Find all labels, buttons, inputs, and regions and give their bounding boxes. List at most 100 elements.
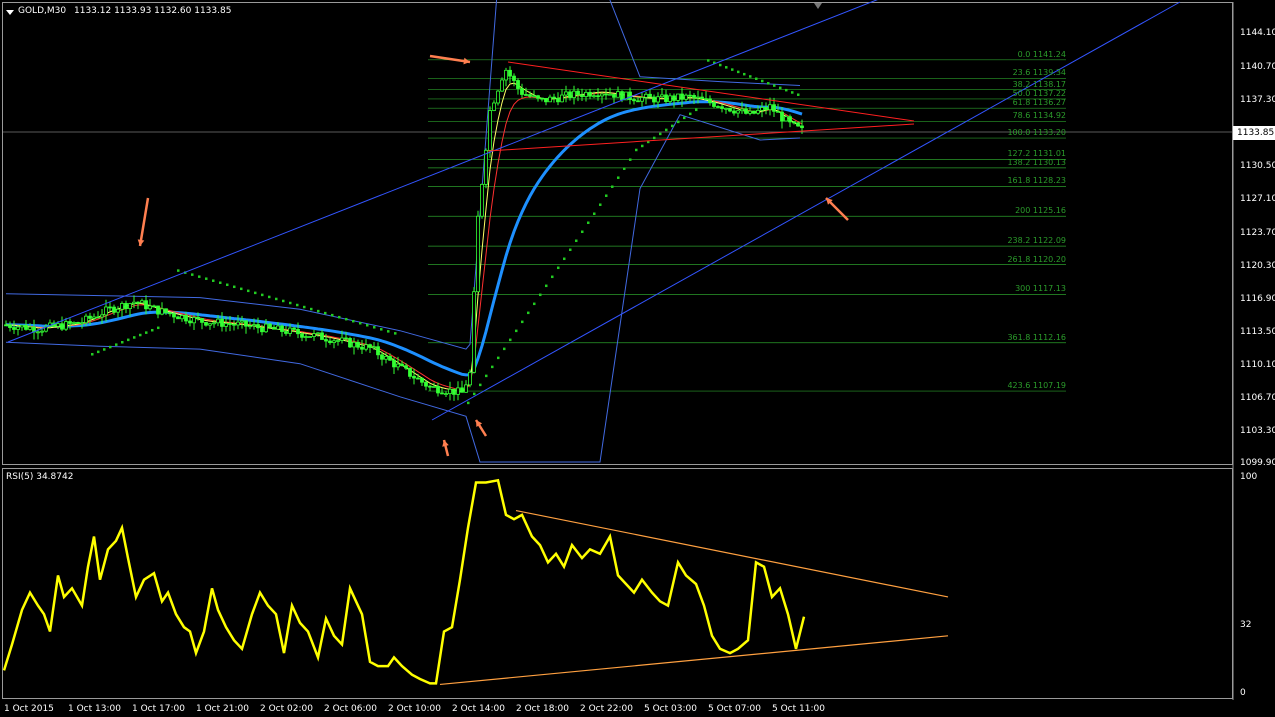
candle-body — [636, 100, 640, 103]
sar-dot — [791, 91, 794, 94]
candle-body — [56, 323, 60, 327]
candle-body — [488, 110, 492, 151]
candle-body — [192, 316, 196, 324]
candle-body — [180, 315, 184, 320]
sar-dot — [359, 321, 362, 325]
bollinger-bands — [5, 0, 801, 463]
sar-dot — [749, 75, 752, 78]
candle-body — [224, 323, 228, 327]
candle-body — [456, 387, 460, 395]
candle-body — [572, 90, 576, 99]
candle-body — [88, 315, 92, 319]
candle-body — [544, 98, 548, 103]
chart-menu-icon[interactable] — [6, 10, 14, 15]
sar-dot — [219, 281, 222, 284]
candle-body — [424, 381, 428, 387]
candle-body — [196, 316, 200, 319]
candle-body — [788, 116, 792, 123]
sar-dot — [394, 332, 397, 335]
sar-dot — [635, 148, 638, 152]
candle-body — [140, 300, 144, 304]
time-tick: 1 Oct 21:00 — [196, 704, 249, 714]
candle-body — [76, 322, 80, 325]
candle-body — [724, 107, 728, 110]
candle-body — [188, 320, 192, 324]
candle-body — [608, 93, 612, 96]
candle-body — [132, 301, 136, 304]
sar-dot — [226, 283, 229, 287]
candle-body — [136, 301, 140, 304]
candle-body — [756, 109, 760, 114]
sar-dot — [653, 136, 656, 140]
symbol-label: GOLD,M30 — [18, 6, 67, 16]
sar-dot — [275, 297, 278, 301]
candle-body — [356, 341, 360, 348]
candle-body — [324, 339, 328, 342]
candle-body — [376, 346, 380, 356]
candle-body — [428, 385, 432, 388]
candle-body — [348, 338, 352, 348]
candle-body — [260, 327, 264, 333]
candle-body — [320, 332, 324, 340]
time-tick: 1 Oct 17:00 — [132, 704, 185, 714]
time-tick: 2 Oct 18:00 — [516, 704, 569, 714]
fib-level-label: 300 1117.13 — [1015, 284, 1066, 294]
price-tick: 1099.90 — [1240, 458, 1275, 468]
candle-body — [204, 321, 208, 326]
candle-body — [612, 93, 616, 98]
sar-dot — [303, 305, 306, 309]
candle-body — [716, 106, 720, 108]
candle-body — [208, 323, 212, 326]
candle-body — [492, 102, 496, 111]
sar-dot — [797, 93, 800, 96]
candle-body — [156, 305, 160, 315]
sar-dot — [127, 338, 130, 342]
candle-body — [40, 330, 44, 333]
candle-body — [520, 88, 524, 95]
sar-dot — [695, 108, 698, 112]
candle-body — [780, 111, 784, 122]
bollinger-upper — [5, 0, 801, 350]
candle-body — [4, 324, 8, 327]
candle-body — [452, 388, 456, 395]
sar-dot — [671, 124, 674, 128]
sar-dot — [623, 167, 626, 170]
sar-dot — [139, 333, 142, 337]
candle-body — [12, 327, 16, 330]
sar-dot — [677, 120, 680, 124]
sar-dot — [212, 279, 215, 282]
candle-body — [220, 318, 224, 327]
chart-canvas[interactable] — [0, 0, 1275, 717]
ma-faster-line — [5, 82, 803, 393]
fib-level-label: 138.2 1130.13 — [1007, 157, 1066, 167]
candle-body — [284, 331, 288, 334]
candle-body — [184, 315, 188, 322]
fib-level-label: 78.6 1134.92 — [1012, 111, 1066, 121]
sar-dot — [515, 329, 518, 333]
candle-body — [620, 91, 624, 101]
candle-body — [668, 95, 672, 102]
sar-dot — [563, 257, 566, 261]
sar-dot — [767, 82, 770, 85]
candle-body — [564, 91, 568, 96]
price-tick: 1116.90 — [1240, 294, 1275, 304]
sar-dot — [157, 326, 160, 330]
candle-body — [264, 323, 268, 333]
candle-body — [100, 314, 104, 318]
time-tick: 5 Oct 11:00 — [772, 704, 825, 714]
candlesticks — [4, 66, 804, 401]
rsi-label: RSI(5) 34.8742 — [6, 472, 74, 482]
sar-dot — [503, 347, 506, 351]
candle-body — [112, 306, 116, 313]
candle-body — [472, 291, 476, 373]
ma-slow-line — [5, 100, 803, 377]
trading-terminal: GOLD,M30 1133.12 1133.93 1132.60 1133.85… — [0, 0, 1275, 717]
sar-dot — [387, 330, 390, 333]
candle-body — [388, 356, 392, 361]
time-tick: 1 Oct 13:00 — [68, 704, 121, 714]
time-tick: 2 Oct 10:00 — [388, 704, 441, 714]
candle-body — [776, 110, 780, 113]
sar-dot — [629, 158, 632, 161]
candle-body — [512, 75, 516, 81]
candle-body — [480, 183, 484, 217]
